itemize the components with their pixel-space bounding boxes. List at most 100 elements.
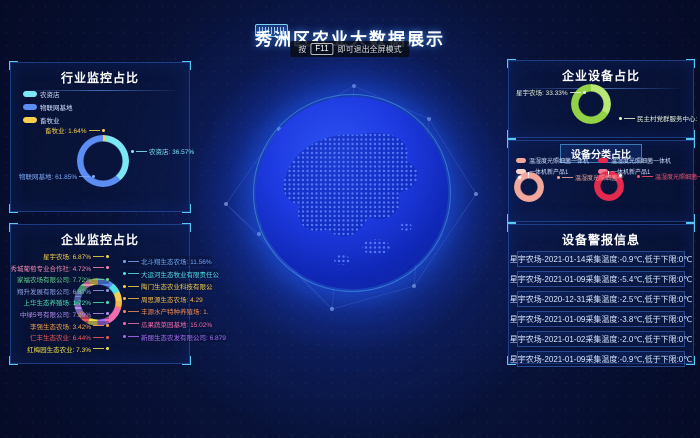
tooltip-prefix: 按	[298, 44, 306, 55]
leader-line	[89, 130, 100, 131]
leader-dot	[123, 322, 126, 325]
chart-label: 上华生态养殖场: 1.72%	[23, 297, 109, 307]
leader-dot	[619, 117, 622, 120]
leader-line	[93, 313, 104, 314]
chart-label: 中绿5号有限公司: 7.29%	[20, 309, 109, 319]
leader-line	[128, 311, 139, 312]
chart-label: 翔升发展有限公司: 6.87%	[17, 286, 109, 296]
leader-dot	[102, 129, 105, 132]
corner-accent	[9, 61, 18, 70]
chart-label: 物联网基地: 61.85%	[19, 171, 95, 181]
leader-dot	[106, 336, 109, 339]
leader-dot	[106, 266, 109, 269]
device-alarm-panel: 设备警报信息 星宇农场-2021-01-14采集温度:-0.9℃,低于下限:0℃…	[508, 224, 694, 364]
leader-dot	[557, 176, 560, 179]
alarm-panel-title: 设备警报信息	[509, 231, 693, 248]
chart-label: 星宇农场: 6.87%	[43, 251, 109, 261]
tooltip-suffix: 即可退出全屏模式	[338, 44, 402, 55]
device-category-panel: 设备分类占比 温湿度光照细菌一体机 一体机新产品1 温湿度光照细菌一体机 一体机…	[508, 140, 694, 222]
legend-item[interactable]: 物联网基地	[23, 102, 73, 112]
leader-line	[128, 273, 139, 274]
enterprise-labels-left: 星宇农场: 6.87% 秀城葡萄专业合作社: 4.72% 家福农场有限公司: 7…	[13, 251, 109, 354]
legend-swatch	[23, 91, 37, 97]
industry-monitor-panel: 行业监控占比 农资店 物联网基地 畜牧业 畜牧业: 1.64% 农资店: 36.…	[10, 62, 190, 212]
chart-label: 周思源生态农场: 4.29	[123, 294, 203, 304]
legend-item[interactable]: 农资店	[23, 89, 73, 99]
leader-dot	[123, 335, 126, 338]
corner-accent	[9, 223, 18, 232]
leader-line	[128, 323, 139, 324]
leader-dot	[106, 324, 109, 327]
alarm-text: 星宇农场-2021-01-09采集温度:-3.8℃,低于下限:0℃	[510, 314, 692, 325]
corner-accent	[686, 130, 695, 139]
legend-swatch	[598, 158, 608, 163]
leader-line	[93, 279, 104, 280]
leader-dot	[123, 285, 126, 288]
chart-label: 仁丰生态农业: 6.44%	[30, 332, 109, 342]
fullscreen-exit-tooltip: 按 F11 即可退出全屏模式	[290, 41, 409, 57]
corner-accent	[9, 356, 18, 365]
legend-label: 温湿度光照细菌一体机	[529, 156, 589, 165]
leader-line	[624, 118, 635, 119]
leader-dot	[92, 175, 95, 178]
globe-visualization	[256, 97, 448, 289]
enterprise-monitor-panel: 企业监控占比 星宇农场: 6.87% 秀城葡萄专业合作社: 4.72% 家福农场…	[10, 224, 190, 364]
leader-line	[570, 92, 581, 93]
chart-label: 畜牧业: 1.64%	[45, 125, 105, 135]
corner-accent	[182, 223, 191, 232]
legend-item[interactable]: 温湿度光照细菌一体机	[516, 156, 589, 165]
chart-label: 秀城葡萄专业合作社: 4.72%	[10, 263, 109, 273]
legend-swatch	[23, 104, 37, 110]
chart-label: 星宇农场: 33.33%	[516, 87, 586, 97]
enterprise-panel-title: 企业监控占比	[11, 231, 189, 248]
chart-label: 陶门生态农业科技有限公	[123, 281, 213, 291]
legend-label: 畜牧业	[40, 115, 60, 125]
industry-panel-title: 行业监控占比	[11, 69, 189, 86]
chart-label: 瓜果蔬菜园基地: 15.02%	[123, 319, 212, 329]
alarm-row: 星宇农场-2021-01-09采集温度:-5.4℃,低于下限:0℃	[517, 271, 685, 287]
corner-accent	[182, 356, 191, 365]
legend-label: 温湿度光照细菌一体机	[611, 156, 671, 165]
alarm-text: 星宇农场-2020-12-31采集温度:-2.5℃,低于下限:0℃	[510, 294, 692, 305]
leader-dot	[106, 347, 109, 350]
leader-dot	[131, 150, 134, 153]
leader-dot	[106, 312, 109, 315]
corner-accent	[507, 139, 516, 148]
leader-dot	[123, 310, 126, 313]
leader-line	[93, 267, 104, 268]
leader-dot	[106, 255, 109, 258]
leader-line	[128, 261, 139, 262]
alarm-text: 星宇农场-2021-01-09采集温度:-5.4℃,低于下限:0℃	[510, 274, 692, 285]
dashboard: { "header": { "title": "秀洲区农业大数据展示", "to…	[0, 0, 700, 438]
leader-dot	[123, 260, 126, 263]
corner-accent	[507, 130, 516, 139]
legend-item[interactable]: 温湿度光照细菌一体机	[598, 156, 671, 165]
legend-item[interactable]: 畜牧业	[23, 115, 73, 125]
chart-label: 温湿度光照细菌一	[557, 173, 623, 182]
chart-label: 大运河生态牧业有限责任公	[123, 269, 219, 279]
chart-label: 民主村党群服务中心:	[619, 113, 697, 123]
leader-line	[128, 286, 139, 287]
chart-label: 家福农场有限公司: 7.72%	[17, 274, 109, 284]
leader-line	[93, 348, 104, 349]
leader-line	[93, 325, 104, 326]
leader-line	[93, 290, 104, 291]
chart-label: 新丽生态农发有限公司: 6.879	[123, 332, 226, 342]
legend-label: 农资店	[40, 89, 60, 99]
corner-accent	[507, 59, 516, 68]
alarm-row: 星宇农场-2021-01-09采集温度:-0.9℃,低于下限:0℃	[517, 351, 685, 367]
leader-dot	[123, 272, 126, 275]
chart-label: 丰源水产特种养殖场: 1.	[123, 306, 209, 316]
device-panel-title: 企业设备占比	[509, 67, 693, 84]
alarm-text: 星宇农场-2021-01-02采集温度:-2.0℃,低于下限:0℃	[510, 334, 692, 345]
legend-label: 物联网基地	[40, 102, 73, 112]
corner-accent	[182, 61, 191, 70]
leader-dot	[123, 297, 126, 300]
corner-accent	[686, 214, 695, 223]
leader-line	[93, 302, 104, 303]
chart-marker-dot	[518, 176, 521, 179]
chart-label: 农资店: 36.57%	[131, 146, 194, 156]
leader-line	[562, 177, 573, 178]
device-ratio-panel: 企业设备占比 星宇农场: 33.33% 民主村党群服务中心:	[508, 60, 694, 138]
corner-accent	[507, 223, 516, 232]
